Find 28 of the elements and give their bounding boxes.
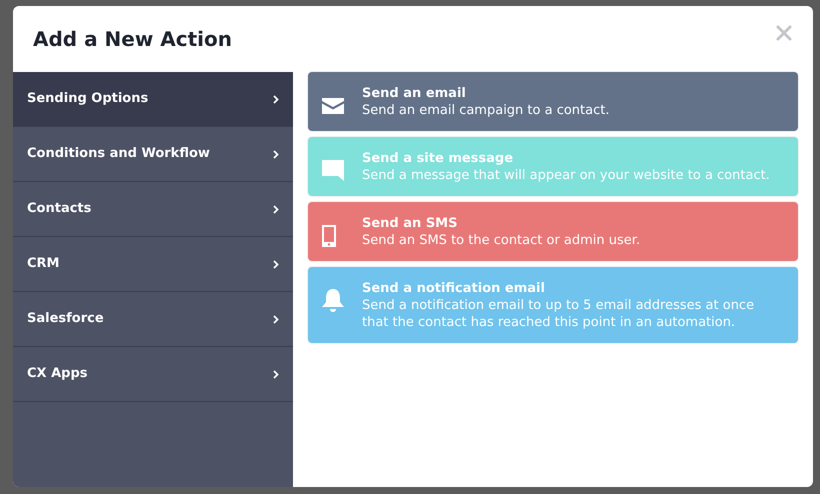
action-title: Send a notification email (362, 280, 546, 297)
chevron-icon (273, 314, 279, 324)
close-icon (775, 24, 793, 42)
action-description: Send a notification email to up to 5 email addresses at once that the contact has reached this point in an automation. (362, 297, 756, 331)
phone-icon (322, 224, 336, 247)
chevron-icon (273, 150, 279, 158)
action-card[interactable]: Send an email Send an email campaign to a contact. (308, 72, 798, 131)
sidebar-item[interactable]: Contacts (13, 182, 293, 237)
sidebar-item[interactable]: CX Apps (13, 347, 293, 402)
chevron-icon (273, 94, 279, 104)
action-title: Send an SMS (362, 215, 458, 232)
chevron-icon (273, 370, 279, 378)
sidebar-item[interactable]: Salesforce (13, 292, 293, 347)
sidebar-item[interactable]: CRM (13, 237, 293, 292)
action-description: Send a message that will appear on your website to a contact. (362, 167, 770, 184)
action-title: Send an email (362, 85, 467, 102)
chevron-icon (273, 204, 279, 214)
close-button[interactable] (775, 24, 793, 42)
speech-bubble-icon (322, 160, 344, 182)
sidebar-item[interactable]: Sending Options (13, 72, 293, 127)
bell-icon (322, 288, 344, 313)
action-description: Send an SMS to the contact or admin user. (362, 232, 640, 249)
envelope-icon (322, 98, 344, 114)
dialog-title: Add a New Action (33, 27, 232, 51)
action-description: Send an email campaign to a contact. (362, 102, 610, 119)
action-title: Send a site message (362, 150, 514, 167)
chevron-icon (273, 260, 279, 268)
sidebar-item[interactable]: Conditions and Workflow (13, 127, 293, 182)
